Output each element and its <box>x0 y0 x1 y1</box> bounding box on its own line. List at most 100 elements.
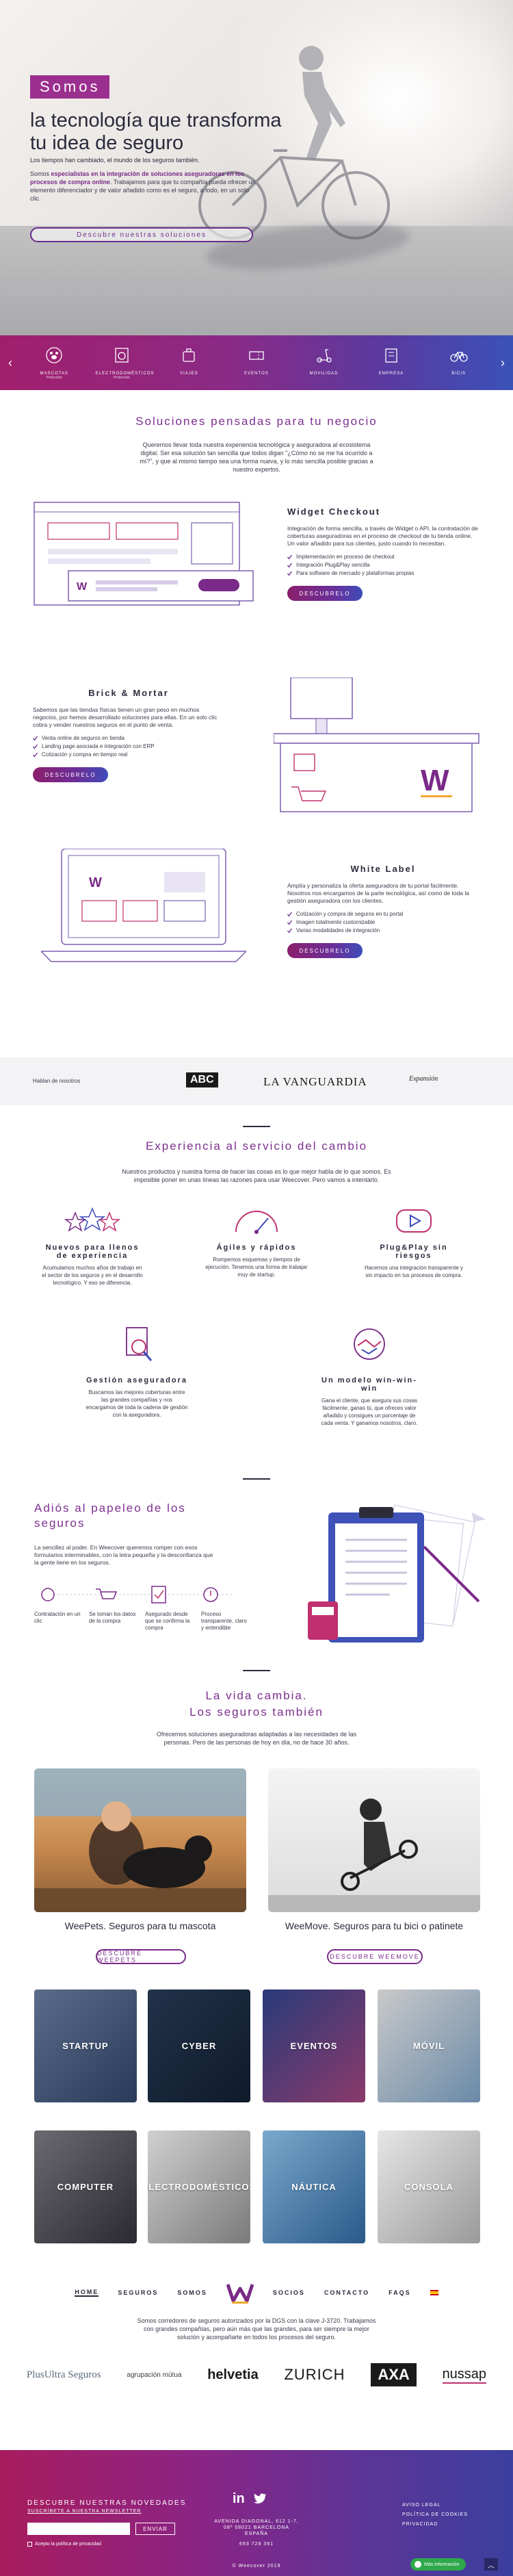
privacy-consent[interactable]: Acepto la política de privacidad <box>27 2542 101 2547</box>
spain-flag-icon[interactable] <box>430 2290 438 2295</box>
change-title-line1: La vida cambia. <box>205 1689 308 1702</box>
weepets-title: WeePets. Seguros para tu mascota <box>64 1920 216 1931</box>
experience-title: Experiencia al servicio del cambio <box>145 1139 368 1152</box>
category-item-viajes[interactable]: VIAJES <box>163 346 215 380</box>
tile-eventos[interactable]: EVENTOS <box>263 1989 365 2102</box>
press-band: Hablan de nosotros ABC LA VANGUARDIA Exp… <box>0 1057 513 1105</box>
tile-nautica[interactable]: NÁUTICA <box>263 2130 365 2243</box>
tile-consola[interactable]: CONSOLA <box>378 2130 480 2243</box>
process-step: Contratación en un clic <box>34 1611 81 1624</box>
divider <box>243 1478 270 1480</box>
tile-label: COMPUTER <box>57 2182 114 2192</box>
feature-bullet-text: Imagen totalmente customizable <box>296 919 376 925</box>
tile-computer[interactable]: COMPUTER <box>34 2130 137 2243</box>
footer-link-aviso-legal[interactable]: AVISO LEGAL <box>402 2501 468 2510</box>
site-footer: DESCUBRE NUESTRAS NOVEDADES SUSCRÍBETE A… <box>0 2450 513 2576</box>
experience-item: Un modelo win-win-win Gana el cliente, q… <box>318 1326 421 1427</box>
category-prev-arrow-icon[interactable]: ‹ <box>0 356 21 370</box>
partner-logo-plusultra[interactable]: PlusUltra Seguros <box>27 2369 101 2381</box>
nav-seguros[interactable]: SEGUROS <box>118 2289 158 2296</box>
category-item-bicis[interactable]: BICIS <box>433 346 485 380</box>
partner-logo-zurich[interactable]: ZURICH <box>284 2366 345 2384</box>
widget-checkout-bullets: Implementación en proceso de checkout Int… <box>287 553 479 578</box>
clipboard-illustration <box>308 1504 486 1643</box>
category-label: EMPRESA <box>378 371 404 376</box>
brick-discover-button[interactable]: DESCUBRELO <box>33 767 108 782</box>
process-step: Se toman los datos de la compra <box>89 1611 136 1624</box>
play-icon <box>396 1209 432 1233</box>
weemove-discover-button[interactable]: DESCUBRE WEEMOVE <box>327 1949 423 1964</box>
category-label: VIAJES <box>180 371 198 376</box>
partner-logo-agrupacion[interactable]: agrupación mútua <box>127 2371 181 2379</box>
category-label: MOVILIDAD <box>309 371 339 376</box>
newsletter-send-button[interactable]: ENVIAR <box>135 2523 175 2535</box>
partner-logo-helvetia[interactable]: helvetia <box>207 2367 258 2383</box>
experience-item-title: Un modelo win-win-win <box>321 1376 417 1393</box>
newsletter-email-input[interactable] <box>27 2523 130 2535</box>
white-label-text: Amplía y personaliza la oferta asegurado… <box>287 882 470 904</box>
weepets-photo <box>34 1768 246 1912</box>
check-icon <box>287 554 292 560</box>
nav-somos[interactable]: SOMOS <box>177 2289 207 2296</box>
hero-section: Somos la tecnología que transforma tu id… <box>0 0 513 335</box>
discover-solutions-button[interactable]: Descubre nuestras soluciones <box>30 227 253 242</box>
tile-cyber[interactable]: CYBER <box>148 1989 250 2102</box>
weepets-discover-button[interactable]: DESCUBRE WEEPETS <box>96 1949 186 1964</box>
linkedin-icon[interactable]: in <box>233 2491 245 2507</box>
press-label: Hablan de nosotros <box>33 1078 81 1084</box>
footer-link-privacidad[interactable]: PRIVACIDAD <box>402 2520 468 2529</box>
footer-link-cookies[interactable]: POLÍTICA DE COOKIES <box>402 2510 468 2520</box>
scroll-to-top-icon[interactable]: ︿ <box>484 2558 498 2571</box>
paw-icon <box>46 346 62 363</box>
category-sublabel: Protección <box>46 375 63 380</box>
experience-item-title: Nuevos para llenos de experiencia <box>45 1244 140 1260</box>
whatsapp-icon <box>415 2561 421 2568</box>
check-icon <box>33 736 38 741</box>
experience-text: Nuestros productos y nuestra forma de ha… <box>122 1168 391 1183</box>
brick-mortar-illustration: W <box>274 678 479 812</box>
tile-label: MÓVIL <box>412 2041 445 2051</box>
experience-item-text: Gana el cliente, que asegura sus cosas f… <box>321 1398 418 1426</box>
widget-discover-button[interactable]: DESCUBRELO <box>287 586 363 601</box>
press-logo-expansion[interactable]: Expansión <box>409 1075 438 1083</box>
experience-item: Nuevos para llenos de experiencia Acumul… <box>41 1207 144 1287</box>
category-item-electrodomésticos[interactable]: ELECTRODOMÉSTICOS Protección <box>96 346 154 380</box>
partner-logo-axa[interactable]: AXA <box>371 2363 417 2386</box>
category-next-arrow-icon[interactable]: › <box>492 356 513 370</box>
category-sublabel: Protección <box>114 375 130 380</box>
partner-logo-nussap[interactable]: nussap <box>442 2367 487 2384</box>
hero-description: Somos especialistas en la integración de… <box>30 170 256 202</box>
experience-item-text: Rompemos esquemas y tiempos de ejecución… <box>205 1257 308 1278</box>
experience-item-title: Gestión aseguradora <box>86 1376 188 1384</box>
experience-item-text: Buscamos las mejores coberturas entre la… <box>86 1389 188 1418</box>
nav-contacto[interactable]: CONTACTO <box>324 2289 369 2296</box>
chat-button[interactable]: Más información <box>410 2558 466 2571</box>
category-item-movilidad[interactable]: MOVILIDAD <box>298 346 350 380</box>
weecover-logo-icon[interactable] <box>226 2282 254 2304</box>
nav-faqs[interactable]: FAQS <box>389 2289 411 2296</box>
press-logo-abc[interactable]: ABC <box>186 1072 218 1087</box>
tile-startup[interactable]: STARTUP <box>34 1989 137 2102</box>
svg-text:W: W <box>77 581 88 593</box>
tile-electrodomesticos[interactable]: ELECTRODOMÉSTICOS <box>148 2130 250 2243</box>
category-item-empresa[interactable]: EMPRESA <box>365 346 417 380</box>
tile-movil[interactable]: MÓVIL <box>378 1989 480 2102</box>
category-item-eventos[interactable]: EVENTOS <box>231 346 282 380</box>
press-logo-lavanguardia[interactable]: LA VANGUARDIA <box>263 1075 367 1089</box>
category-item-mascotas[interactable]: MASCOTAS Protección <box>28 346 80 380</box>
brick-mortar-feature: Brick & Mortar Sabemos que las tiendas f… <box>33 688 224 782</box>
twitter-icon[interactable] <box>252 2491 267 2506</box>
white-label-discover-button[interactable]: DESCUBRELO <box>287 943 363 958</box>
building-icon <box>385 348 397 363</box>
nav-socios[interactable]: SOCIOS <box>273 2289 305 2296</box>
feature-bullet-text: Varias modalidades de integración <box>296 927 380 933</box>
footer-phone[interactable]: 693 728 391 <box>212 2542 301 2547</box>
check-icon <box>33 752 38 758</box>
category-label: EVENTOS <box>244 371 269 376</box>
stars-icon <box>64 1207 121 1232</box>
weemove-photo <box>268 1768 480 1912</box>
tile-label: CYBER <box>181 2041 217 2051</box>
nav-home[interactable]: HOME <box>75 2289 99 2297</box>
privacy-checkbox[interactable] <box>27 2542 32 2547</box>
experience-item: Gestión aseguradora Buscamos las mejores… <box>86 1326 188 1419</box>
